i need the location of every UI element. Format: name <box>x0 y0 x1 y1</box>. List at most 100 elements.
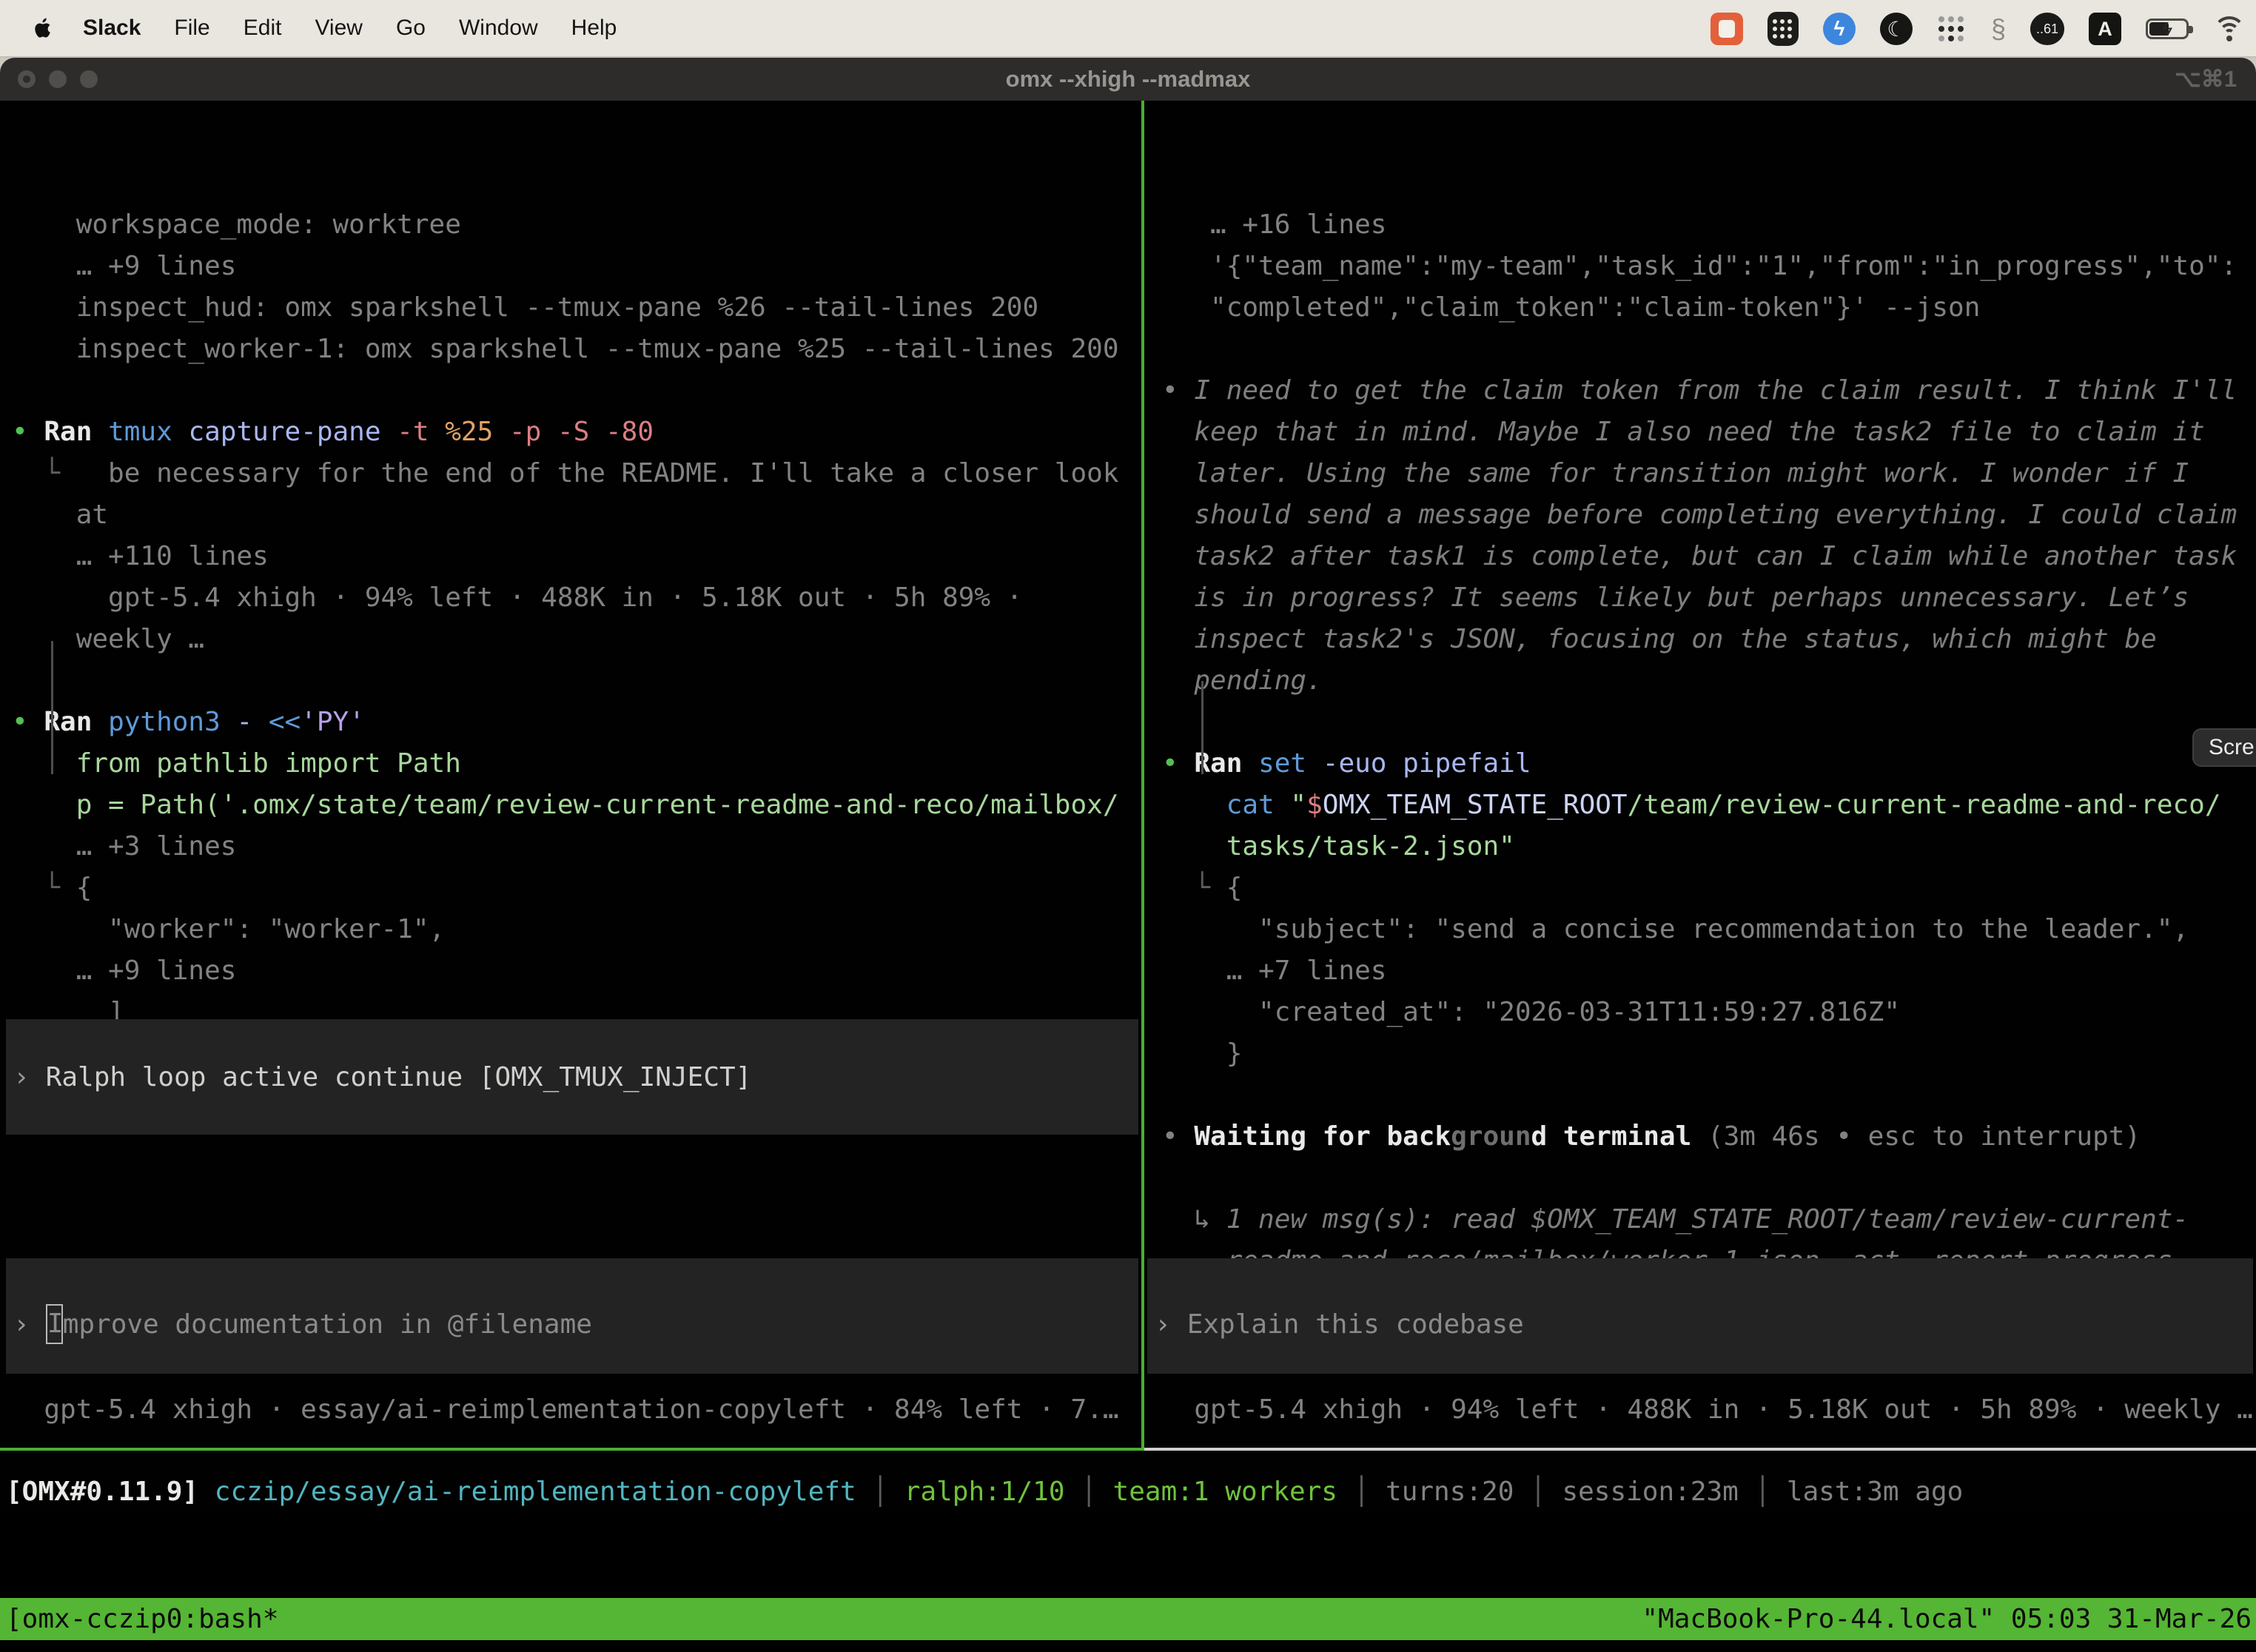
terminal-text-segment: "completed","claim_token":"claim-token"}… <box>1162 292 1980 323</box>
terminal-line: keep that in mind. Maybe I also need the… <box>1162 412 2256 453</box>
terminal-text-segment: later. Using the same for transition mig… <box>1162 458 2189 488</box>
terminal-text-segment: keep that in mind. Maybe I also need the… <box>1162 417 2205 447</box>
terminal-text-segment: • <box>12 707 44 737</box>
terminal-text-segment: … +7 lines <box>1162 956 1386 986</box>
omx-status-line: [OMX#0.11.9] cczip/essay/ai-reimplementa… <box>6 1471 1963 1513</box>
terminal-text-segment: Ran <box>44 707 108 737</box>
active-pane-border <box>0 1448 1141 1451</box>
terminal-text-segment: inspect_hud: omx sparkshell --tmux-pane … <box>12 292 1038 323</box>
terminal-line: • Ran python3 - <<'PY' <box>12 702 1141 743</box>
menu-item-window[interactable]: Window <box>459 16 538 41</box>
terminal-text-segment: ↳ <box>1162 1204 1226 1235</box>
text-cursor: I <box>46 1304 63 1344</box>
moon-app-icon[interactable]: ☾ <box>1880 13 1913 45</box>
terminal-text-segment: └ <box>12 458 108 488</box>
terminal-text-segment: … +9 lines <box>12 251 236 281</box>
menu-bar-status-icons: ϟ ☾ § ..61 A ϟ <box>1711 0 2246 58</box>
pane-status-line: gpt-5.4 xhigh · 94% left · 488K in · 5.1… <box>1162 1389 2256 1431</box>
terminal-text-segment: • <box>1162 748 1194 779</box>
omx-status-segment: team:1 workers <box>1113 1477 1337 1507</box>
terminal-text-segment: └ <box>1162 873 1226 903</box>
terminal-line: … +9 lines <box>12 950 1141 992</box>
terminal-line: • I need to get the claim token from the… <box>1162 370 2256 412</box>
terminal-text-segment: -euo pipefail <box>1323 748 1531 779</box>
sync-app-icon[interactable]: ϟ <box>1823 13 1856 45</box>
menu-item-go[interactable]: Go <box>396 16 426 41</box>
screenshot-app-icon[interactable] <box>1711 13 1743 45</box>
omx-status-segment <box>198 1477 215 1507</box>
terminal-text-segment: $ <box>1306 790 1323 820</box>
omx-status-segment: ralph:1/10 <box>904 1477 1065 1507</box>
terminal-text-segment: << <box>269 707 301 737</box>
terminal-line: "created_at": "2026-03-31T11:59:27.816Z" <box>1162 992 2256 1033</box>
omx-status-segment: │ <box>856 1477 904 1507</box>
terminal-text-segment: at <box>12 500 108 530</box>
terminal-text-segment: groun <box>1451 1121 1531 1152</box>
pane-status-line: gpt-5.4 xhigh · essay/ai-reimplementatio… <box>12 1389 1137 1431</box>
terminal-line: later. Using the same for transition mig… <box>1162 453 2256 494</box>
terminal-text-segment: workspace_mode: worktree <box>12 209 461 240</box>
terminal-text-segment <box>1162 790 1226 820</box>
grid-dots-icon[interactable] <box>1937 14 1967 44</box>
window-shortcut-hint: ⌥⌘1 <box>2175 66 2237 93</box>
window-title-bar[interactable]: omx --xhigh --madmax ⌥⌘1 <box>0 58 2256 101</box>
terminal-line: pending. <box>1162 660 2256 702</box>
omx-status-segment: │ <box>1065 1477 1113 1507</box>
input-source-icon[interactable]: A <box>2089 13 2121 45</box>
terminal-text-segment: Waiting for back <box>1194 1121 1451 1152</box>
menu-item-edit[interactable]: Edit <box>244 16 282 41</box>
terminal-text-segment: └ <box>12 873 76 903</box>
omx-status-segment: last:3m ago <box>1787 1477 1963 1507</box>
prompt-input-right[interactable]: › Explain this codebase <box>1147 1258 2253 1374</box>
prompt-chevron: › <box>1155 1309 1171 1340</box>
terminal-line: … +9 lines <box>12 246 1141 287</box>
battery-icon[interactable]: ϟ <box>2146 19 2189 39</box>
terminal-line: └ { <box>12 867 1141 909</box>
terminal-line: is in progress? It seems likely but perh… <box>1162 577 2256 619</box>
terminal-line: inspect_worker-1: omx sparkshell --tmux-… <box>12 329 1141 370</box>
terminal-line: from pathlib import Path <box>12 743 1141 785</box>
placeholder-text: Explain this codebase <box>1187 1309 1524 1340</box>
terminal-text-segment: } <box>1162 1038 1242 1069</box>
terminal-text-segment: tmux <box>108 417 188 447</box>
terminal-text-segment: 1 new msg(s): read $OMX_TEAM_STATE_ROOT/… <box>1226 1204 2189 1235</box>
omx-status-segment: turns:20 <box>1386 1477 1514 1507</box>
percent-61-badge-icon[interactable]: ..61 <box>2030 13 2064 45</box>
terminal-line: ↳ 1 new msg(s): read $OMX_TEAM_STATE_ROO… <box>1162 1199 2256 1240</box>
terminal-text-segment: "subject": "send a concise recommendatio… <box>1162 914 2189 944</box>
terminal-text-segment: " <box>1290 790 1306 820</box>
terminal-text-segment: { <box>76 873 93 903</box>
menu-item-file[interactable]: File <box>174 16 209 41</box>
prompt-chevron: › <box>13 1309 30 1340</box>
terminal-text-segment: pending. <box>1162 665 1323 696</box>
terminal-text-segment: is in progress? It seems likely but perh… <box>1162 582 2189 613</box>
terminal-line: "completed","claim_token":"claim-token"}… <box>1162 287 2256 329</box>
menu-item-slack[interactable]: Slack <box>83 16 141 41</box>
menu-item-view[interactable]: View <box>315 16 362 41</box>
terminal-text-segment: %25 <box>445 417 509 447</box>
terminal-line: … +3 lines <box>12 826 1141 867</box>
squiggle-app-icon[interactable]: § <box>1991 13 2006 44</box>
apple-menu-icon[interactable] <box>34 17 53 39</box>
tooltip: Scre <box>2192 728 2256 767</box>
terminal-text-segment: Ran <box>1194 748 1258 779</box>
terminal-text-segment: d terminal <box>1531 1121 1708 1152</box>
terminal-text-segment: tasks/task-2.json" <box>1162 831 1515 862</box>
terminal-text-segment: capture-pane <box>188 417 397 447</box>
terminal-text-segment: cat <box>1226 790 1291 820</box>
terminal-text-segment: I need to get the claim token from the c… <box>1194 375 2237 406</box>
pane-divider[interactable] <box>1141 101 1144 1451</box>
terminal-line: └ be necessary for the end of the README… <box>12 453 1141 494</box>
terminal-line: tasks/task-2.json" <box>1162 826 2256 867</box>
terminal-text-segment: Ran <box>44 417 108 447</box>
terminal-line: cat "$OMX_TEAM_STATE_ROOT/team/review-cu… <box>1162 785 2256 826</box>
terminal-line: weekly … <box>12 619 1141 660</box>
menu-item-help[interactable]: Help <box>571 16 617 41</box>
terminal-text-segment: -t <box>397 417 445 447</box>
prompt-input-left[interactable]: › I mprove documentation in @filename <box>6 1258 1138 1374</box>
terminal-line: should send a message before completing … <box>1162 494 2256 536</box>
terminal-line: "worker": "worker-1", <box>12 909 1141 950</box>
keypad-app-icon[interactable] <box>1767 12 1799 46</box>
chat-bubble-shape <box>1719 20 1735 38</box>
wifi-icon[interactable] <box>2213 16 2246 41</box>
